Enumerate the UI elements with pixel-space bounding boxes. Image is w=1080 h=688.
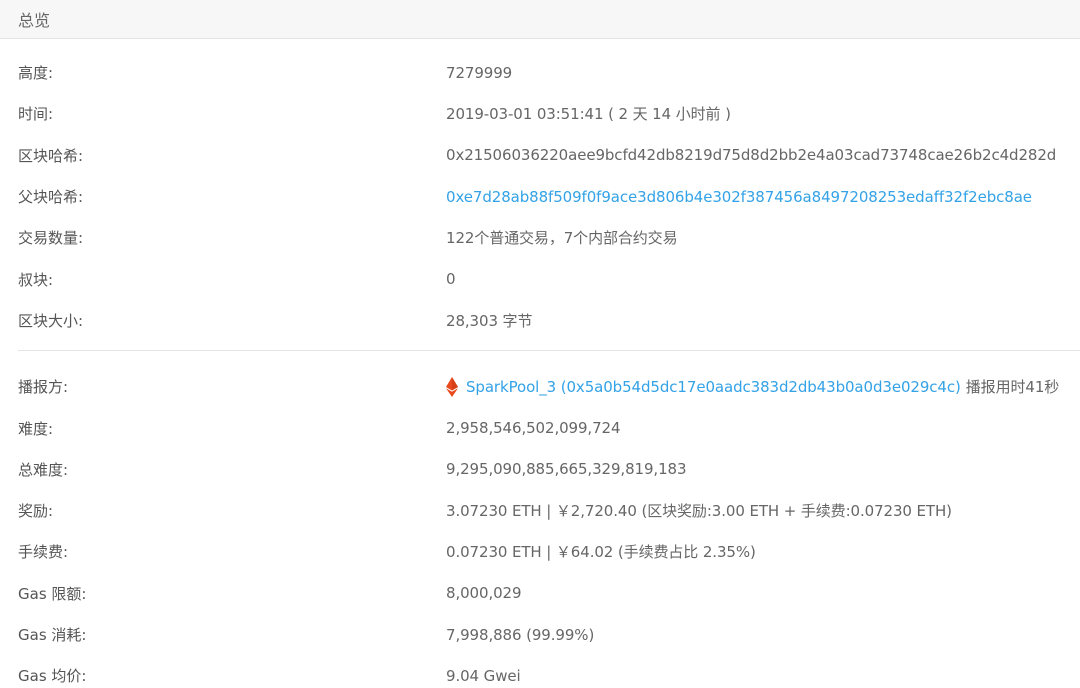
row-uncles: 叔块: 0 [18,258,1080,299]
row-fee: 手续费: 0.07230 ETH | ￥64.02 (手续费占比 2.35%) [18,531,1080,572]
row-tx-count: 交易数量: 122个普通交易，7个内部合约交易 [18,217,1080,258]
row-block-hash: 区块哈希: 0x21506036220aee9bcfd42db8219d75d8… [18,135,1080,176]
row-gas-price: Gas 均价: 9.04 Gwei [18,655,1080,688]
panel-title: 总览 [18,11,51,30]
block-hash-value: 0x21506036220aee9bcfd42db8219d75d8d2bb2e… [446,146,1057,165]
block-info-section: 高度: 7279999 时间: 2019-03-01 03:51:41 ( 2 … [0,39,1080,341]
gas-price-value: 9.04 Gwei [446,666,521,685]
row-block-size: 区块大小: 28,303 字节 [18,300,1080,341]
miner-label: 播报方: [18,378,69,397]
total-difficulty-label: 总难度: [18,460,69,479]
tx-count-label: 交易数量: [18,229,84,248]
block-size-label: 区块大小: [18,311,84,330]
difficulty-value: 2,958,546,502,099,724 [446,419,621,438]
gas-used-label: Gas 消耗: [18,626,87,644]
block-size-value: 28,303 字节 [446,311,533,330]
panel-header: 总览 [0,0,1080,39]
total-difficulty-value: 9,295,090,885,665,329,819,183 [446,460,687,479]
gas-used-value: 7,998,886 (99.99%) [446,625,595,644]
fee-value: 0.07230 ETH | ￥64.02 (手续费占比 2.35%) [446,543,756,562]
reward-label: 奖励: [18,502,54,521]
time-label: 时间: [18,105,54,124]
gas-price-label: Gas 均价: [18,667,87,686]
row-reward: 奖励: 3.07230 ETH | ￥2,720.40 (区块奖励:3.00 E… [18,490,1080,531]
uncles-value: 0 [446,270,456,289]
mining-info-section: 播报方: SparkPool_3 (0x5a0b54d5dc17e0aadc38… [0,351,1080,688]
miner-value: SparkPool_3 (0x5a0b54d5dc17e0aadc383d2db… [446,376,1059,397]
row-gas-used: Gas 消耗: 7,998,886 (99.99%) [18,614,1080,655]
gas-limit-value: 8,000,029 [446,584,522,603]
fee-label: 手续费: [18,543,69,562]
height-label: 高度: [18,64,54,83]
height-value: 7279999 [446,63,513,82]
miner-broadcast-time: 播报用时41秒 [965,378,1060,397]
row-time: 时间: 2019-03-01 03:51:41 ( 2 天 14 小时前 ) [18,93,1080,134]
row-difficulty: 难度: 2,958,546,502,099,724 [18,407,1080,448]
miner-link[interactable]: SparkPool_3 (0x5a0b54d5dc17e0aadc383d2db… [466,378,961,396]
row-total-difficulty: 总难度: 9,295,090,885,665,329,819,183 [18,449,1080,490]
gas-limit-label: Gas 限额: [18,584,87,603]
row-gas-limit: Gas 限额: 8,000,029 [18,573,1080,614]
time-value: 2019-03-01 03:51:41 ( 2 天 14 小时前 ) [446,105,731,124]
block-hash-label: 区块哈希: [18,146,84,165]
parent-hash-label: 父块哈希: [18,188,84,207]
tx-count-value: 122个普通交易，7个内部合约交易 [446,229,678,248]
block-overview-panel: 总览 高度: 7279999 时间: 2019-03-01 03:51:41 (… [0,0,1080,688]
eth-diamond-icon [446,376,458,397]
reward-value: 3.07230 ETH | ￥2,720.40 (区块奖励:3.00 ETH +… [446,502,952,521]
uncles-label: 叔块: [18,270,54,289]
difficulty-label: 难度: [18,419,54,438]
parent-hash-link[interactable]: 0xe7d28ab88f509f0f9ace3d806b4e302f387456… [446,188,1032,206]
row-parent-hash: 父块哈希: 0xe7d28ab88f509f0f9ace3d806b4e302f… [18,176,1080,217]
row-miner: 播报方: SparkPool_3 (0x5a0b54d5dc17e0aadc38… [18,366,1080,407]
row-height: 高度: 7279999 [18,52,1080,93]
